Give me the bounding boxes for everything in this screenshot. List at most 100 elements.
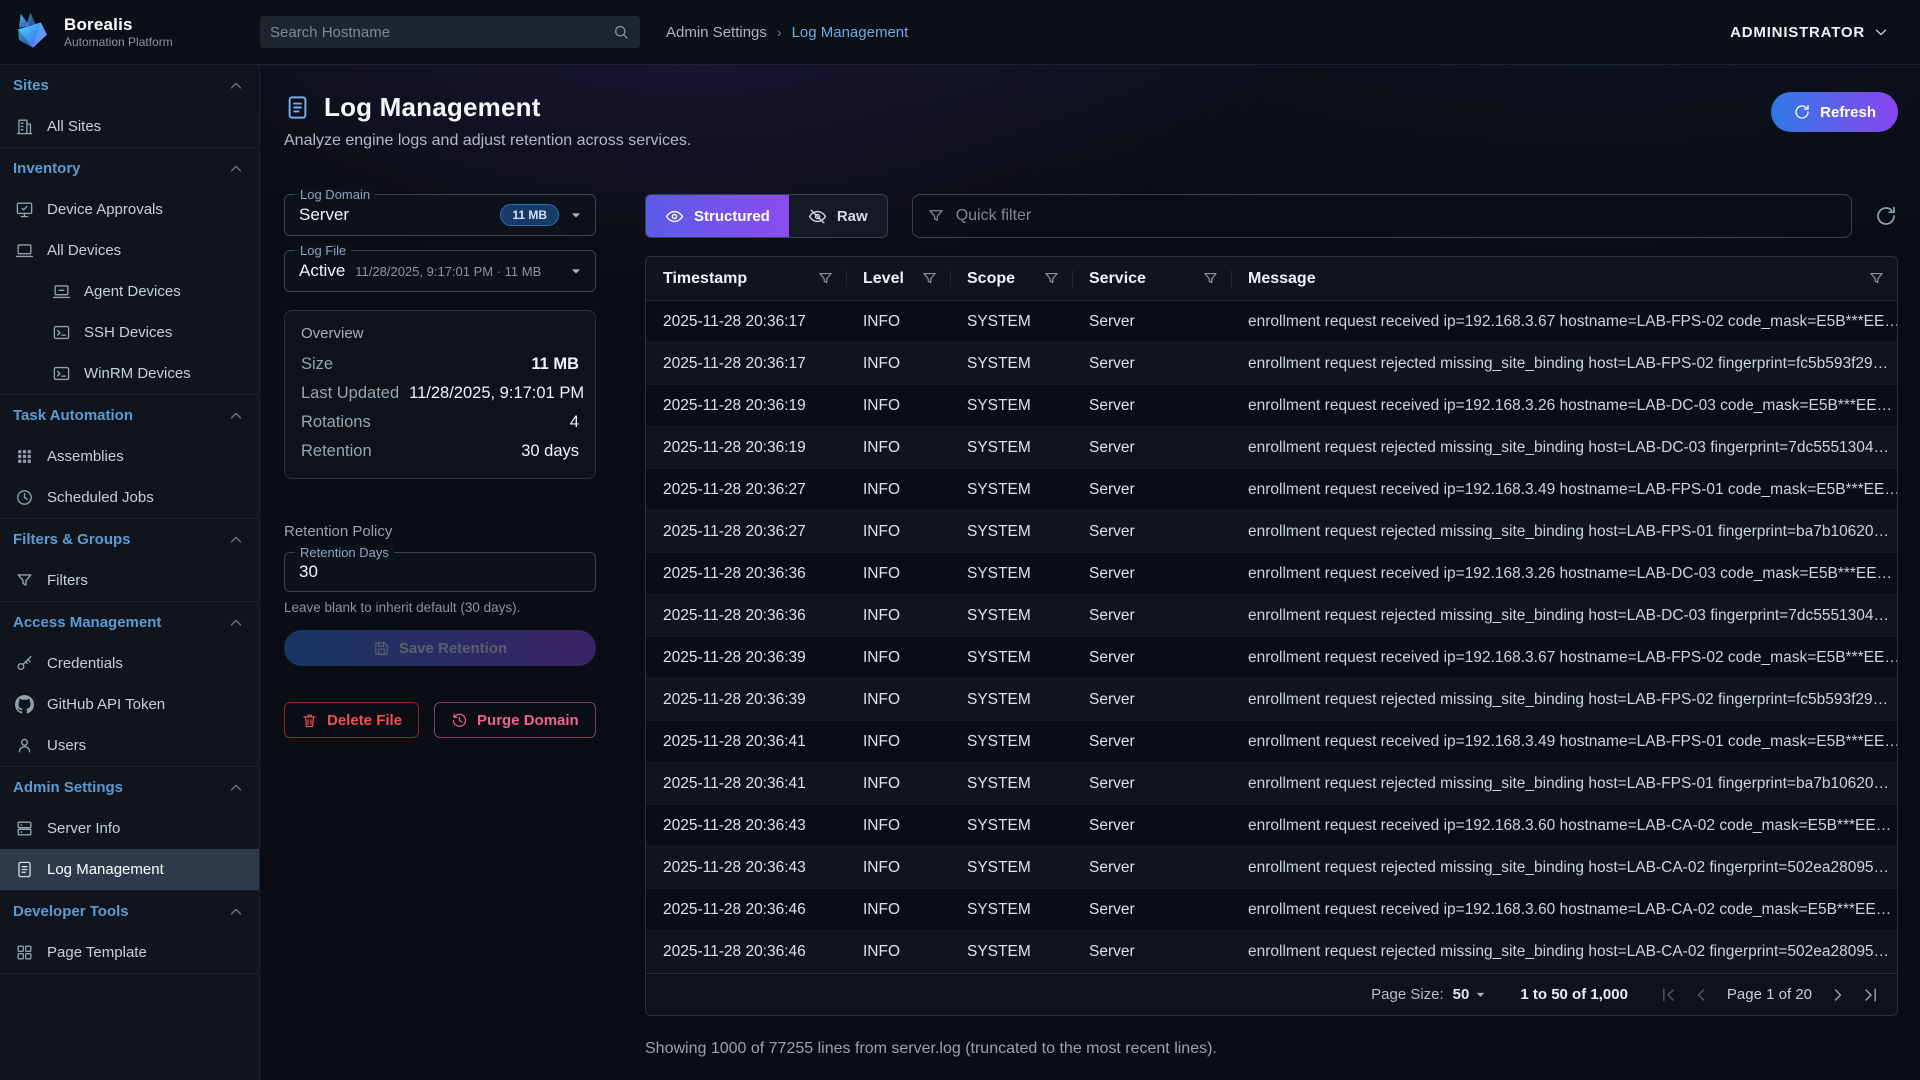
refresh-icon — [1793, 103, 1811, 121]
table-row[interactable]: 2025-11-28 20:36:43INFOSYSTEMServerenrol… — [646, 805, 1897, 847]
page-prev-button[interactable] — [1691, 985, 1711, 1005]
structured-view-button[interactable]: Structured — [646, 195, 789, 237]
sidebar-item-label: Log Management — [47, 861, 164, 878]
winrm-devices-icon — [52, 364, 71, 383]
sidebar-item-label: Filters — [47, 572, 88, 589]
section-label: Admin Settings — [13, 779, 123, 796]
table-row[interactable]: 2025-11-28 20:36:43INFOSYSTEMServerenrol… — [646, 847, 1897, 889]
purge-domain-button[interactable]: Purge Domain — [434, 702, 596, 738]
sidebar-section-header-task-automation[interactable]: Task Automation — [0, 395, 259, 436]
column-filter-icon[interactable] — [921, 270, 938, 287]
sidebar-section-header-admin-settings[interactable]: Admin Settings — [0, 767, 259, 808]
column-header-timestamp[interactable]: Timestamp — [646, 257, 846, 300]
cell-service: Server — [1072, 805, 1231, 846]
page-size-label: Page Size: — [1371, 986, 1444, 1003]
sidebar-item-log-management[interactable]: Log Management — [0, 849, 259, 890]
raw-view-button[interactable]: Raw — [789, 195, 887, 237]
sidebar-item-ssh-devices[interactable]: SSH Devices — [0, 312, 259, 353]
cell-message: enrollment request received ip=192.168.3… — [1231, 469, 1897, 510]
sidebar-item-device-approvals[interactable]: Device Approvals — [0, 189, 259, 230]
table-row[interactable]: 2025-11-28 20:36:41INFOSYSTEMServerenrol… — [646, 763, 1897, 805]
sidebar-item-assemblies[interactable]: Assemblies — [0, 436, 259, 477]
sidebar-section-header-inventory[interactable]: Inventory — [0, 148, 259, 189]
cell-level: INFO — [846, 343, 950, 384]
cell-message: enrollment request received ip=192.168.3… — [1231, 805, 1897, 846]
page-last-button[interactable] — [1861, 985, 1881, 1005]
table-refresh-icon[interactable] — [1874, 204, 1898, 228]
table-row[interactable]: 2025-11-28 20:36:19INFOSYSTEMServerenrol… — [646, 427, 1897, 469]
cell-level: INFO — [846, 511, 950, 552]
overview-row-size: Size11 MB — [301, 350, 579, 379]
quick-filter-input[interactable] — [956, 207, 1837, 225]
sidebar-section-header-sites[interactable]: Sites — [0, 65, 259, 106]
retention-days-field[interactable]: Retention Days — [284, 552, 596, 592]
column-filter-icon[interactable] — [1043, 270, 1060, 287]
table-row[interactable]: 2025-11-28 20:36:39INFOSYSTEMServerenrol… — [646, 679, 1897, 721]
cell-scope: SYSTEM — [950, 763, 1072, 804]
sidebar-item-credentials[interactable]: Credentials — [0, 643, 259, 684]
log-domain-select[interactable]: Log Domain Server 11 MB — [284, 194, 596, 236]
log-file-meta: 11/28/2025, 9:17:01 PM · 11 MB — [355, 264, 541, 279]
refresh-button[interactable]: Refresh — [1771, 92, 1898, 132]
retention-days-input[interactable] — [299, 562, 559, 582]
cell-message: enrollment request rejected missing_site… — [1231, 763, 1897, 804]
sidebar-section-header-filters-groups[interactable]: Filters & Groups — [0, 519, 259, 560]
sidebar-item-server-info[interactable]: Server Info — [0, 808, 259, 849]
table-row[interactable]: 2025-11-28 20:36:17INFOSYSTEMServerenrol… — [646, 343, 1897, 385]
caret-down-icon — [1471, 985, 1490, 1004]
hostname-search-input[interactable] — [270, 24, 612, 41]
sidebar-item-filters[interactable]: Filters — [0, 560, 259, 601]
breadcrumb-current: Log Management — [792, 24, 909, 41]
table-row[interactable]: 2025-11-28 20:36:41INFOSYSTEMServerenrol… — [646, 721, 1897, 763]
sidebar-section-header-access-management[interactable]: Access Management — [0, 602, 259, 643]
column-filter-icon[interactable] — [1202, 270, 1219, 287]
sidebar-item-scheduled-jobs[interactable]: Scheduled Jobs — [0, 477, 259, 518]
page-size-select[interactable]: 50 — [1453, 985, 1491, 1004]
delete-file-button[interactable]: Delete File — [284, 702, 419, 738]
overview-row-retention: Retention30 days — [301, 437, 579, 466]
sidebar-item-users[interactable]: Users — [0, 725, 259, 766]
cell-service: Server — [1072, 301, 1231, 342]
table-row[interactable]: 2025-11-28 20:36:27INFOSYSTEMServerenrol… — [646, 511, 1897, 553]
column-filter-icon[interactable] — [817, 270, 834, 287]
caret-down-icon — [566, 261, 586, 281]
column-header-level[interactable]: Level — [846, 257, 950, 300]
column-header-service[interactable]: Service — [1072, 257, 1231, 300]
hostname-search[interactable] — [260, 16, 640, 48]
table-row[interactable]: 2025-11-28 20:36:46INFOSYSTEMServerenrol… — [646, 931, 1897, 973]
log-view-panel: Structured Raw — [645, 194, 1898, 1058]
page-first-button[interactable] — [1658, 985, 1678, 1005]
table-row[interactable]: 2025-11-28 20:36:27INFOSYSTEMServerenrol… — [646, 469, 1897, 511]
table-row[interactable]: 2025-11-28 20:36:46INFOSYSTEMServerenrol… — [646, 889, 1897, 931]
sidebar-item-all-devices[interactable]: All Devices — [0, 230, 259, 271]
save-retention-button[interactable]: Save Retention — [284, 630, 596, 666]
table-row[interactable]: 2025-11-28 20:36:36INFOSYSTEMServerenrol… — [646, 595, 1897, 637]
column-header-message[interactable]: Message — [1231, 257, 1897, 300]
page-next-button[interactable] — [1828, 985, 1848, 1005]
user-menu[interactable]: ADMINISTRATOR — [1730, 23, 1890, 41]
cell-service: Server — [1072, 721, 1231, 762]
sidebar-item-agent-devices[interactable]: Agent Devices — [0, 271, 259, 312]
sidebar-item-page-template[interactable]: Page Template — [0, 932, 259, 973]
sidebar-item-all-sites[interactable]: All Sites — [0, 106, 259, 147]
cell-message: enrollment request received ip=192.168.3… — [1231, 637, 1897, 678]
table-row[interactable]: 2025-11-28 20:36:36INFOSYSTEMServerenrol… — [646, 553, 1897, 595]
table-row[interactable]: 2025-11-28 20:36:39INFOSYSTEMServerenrol… — [646, 637, 1897, 679]
breadcrumb-parent[interactable]: Admin Settings — [666, 24, 767, 41]
column-header-scope[interactable]: Scope — [950, 257, 1072, 300]
cell-service: Server — [1072, 889, 1231, 930]
sidebar-item-winrm-devices[interactable]: WinRM Devices — [0, 353, 259, 394]
log-controls-panel: Log Domain Server 11 MB Log File Active … — [284, 194, 596, 738]
user-menu-label: ADMINISTRATOR — [1730, 24, 1865, 41]
log-table: TimestampLevelScopeServiceMessage 2025-1… — [645, 256, 1898, 1016]
table-row[interactable]: 2025-11-28 20:36:17INFOSYSTEMServerenrol… — [646, 301, 1897, 343]
quick-filter-field[interactable] — [912, 194, 1852, 238]
column-filter-icon[interactable] — [1868, 270, 1885, 287]
cell-level: INFO — [846, 385, 950, 426]
cell-timestamp: 2025-11-28 20:36:43 — [646, 805, 846, 846]
log-file-select[interactable]: Log File Active 11/28/2025, 9:17:01 PM ·… — [284, 250, 596, 292]
cell-timestamp: 2025-11-28 20:36:41 — [646, 721, 846, 762]
table-row[interactable]: 2025-11-28 20:36:19INFOSYSTEMServerenrol… — [646, 385, 1897, 427]
sidebar-section-header-developer-tools[interactable]: Developer Tools — [0, 891, 259, 932]
sidebar-item-github-api-token[interactable]: GitHub API Token — [0, 684, 259, 725]
